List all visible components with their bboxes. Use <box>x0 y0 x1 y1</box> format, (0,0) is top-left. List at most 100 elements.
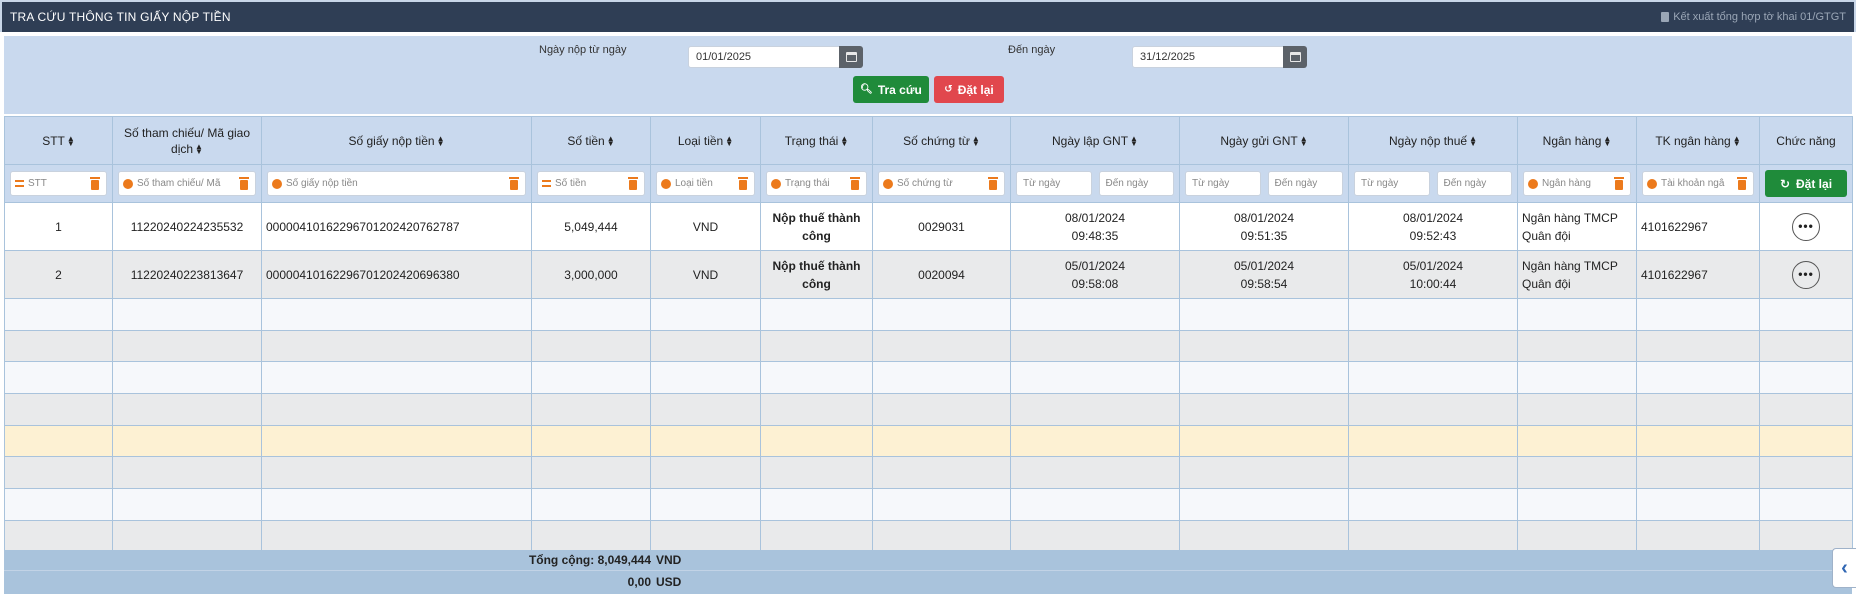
total-label: Tổng cộng: <box>528 553 595 567</box>
col-header-amount[interactable]: Số tiền ▲ ▼ <box>531 116 651 165</box>
cell-bank: Ngân hàng TMCP Quân đội <box>1517 250 1637 299</box>
cell-ref: 11220240224235532 <box>112 202 262 251</box>
cell-paid: 05/01/2024 10:00:44 <box>1348 250 1518 299</box>
empty-row <box>4 393 1853 426</box>
col-header-bank[interactable]: Ngân hàng ▲ ▼ <box>1517 116 1637 165</box>
total-usd-row: 0,00 USD <box>4 572 1852 593</box>
filter-status[interactable]: Trạng thái <box>766 171 867 196</box>
from-date-input[interactable]: 01/01/2025 <box>688 46 863 68</box>
to-date-input[interactable]: 31/12/2025 <box>1132 46 1307 68</box>
col-header-sent[interactable]: Ngày gửi GNT ▲ ▼ <box>1179 116 1349 165</box>
col-header-stt[interactable]: STT ▲ ▼ <box>4 116 113 165</box>
refresh-icon: ↻ <box>1779 176 1791 191</box>
total-usd-currency: USD <box>656 575 682 589</box>
empty-row <box>4 456 1853 490</box>
to-date-calendar-button[interactable] <box>1283 46 1307 68</box>
search-icon: 🔍︎ <box>860 84 873 95</box>
sort-icon: ▲ ▼ <box>840 134 849 149</box>
sort-icon: ▲ ▼ <box>195 142 203 157</box>
cell-status: Nộp thuế thành công <box>760 250 873 299</box>
col-header-ref[interactable]: Số tham chiếu/ Mã giao dịch ▲ ▼ <box>112 116 262 165</box>
side-panel-toggle[interactable]: ‹ <box>1832 548 1856 588</box>
col-header-status[interactable]: Trạng thái ▲ ▼ <box>760 116 873 165</box>
total-vnd-currency: VND <box>656 553 682 567</box>
contains-icon <box>661 178 671 189</box>
chevron-left-icon: ‹ <box>1841 556 1848 579</box>
cell-stt: 1 <box>4 202 113 251</box>
table-header-row: STT ▲ ▼ Số tham chiếu/ Mã giao dịch ▲ ▼ Số g… <box>4 116 1853 165</box>
contains-icon <box>771 178 781 189</box>
filter-paid-from[interactable]: Từ ngày <box>1354 171 1430 196</box>
to-date-value: 31/12/2025 <box>1140 51 1196 63</box>
cell-status: Nộp thuế thành công <box>760 202 873 251</box>
equals-icon <box>15 180 24 187</box>
more-actions-button[interactable]: ••• <box>1792 260 1820 289</box>
cell-paid: 08/01/2024 09:52:43 <box>1348 202 1518 251</box>
empty-row <box>4 361 1853 395</box>
filter-amount[interactable]: Số tiền <box>537 171 645 196</box>
empty-row <box>4 329 1853 363</box>
filter-sent-from[interactable]: Từ ngày <box>1185 171 1261 196</box>
filter-ref[interactable]: Số tham chiếu/ Mã <box>118 171 256 196</box>
contains-icon <box>1647 178 1657 189</box>
cell-sent: 05/01/2024 09:58:54 <box>1179 250 1349 299</box>
sort-icon: ▲ ▼ <box>1299 134 1308 149</box>
cell-account: 4101622967 <box>1636 250 1760 299</box>
export-summary-link[interactable]: Kết xuất tổng hợp tờ khai 01/GTGT <box>1661 11 1846 23</box>
trash-icon <box>509 176 521 191</box>
more-actions-button[interactable]: ••• <box>1792 212 1820 241</box>
calendar-icon <box>1289 52 1301 62</box>
cell-bank: Ngân hàng TMCP Quân đội <box>1517 202 1637 251</box>
reset-column-filters-button[interactable]: ↻ Đặt lại <box>1765 170 1847 197</box>
calendar-icon <box>845 52 857 62</box>
document-icon <box>1661 12 1670 22</box>
col-header-paid[interactable]: Ngày nộp thuế ▲ ▼ <box>1348 116 1518 165</box>
empty-rows <box>4 298 1853 553</box>
trash-icon <box>1737 176 1749 191</box>
export-summary-label: Kết xuất tổng hợp tờ khai 01/GTGT <box>1673 11 1846 23</box>
reset-filter-button[interactable]: ↺ Đặt lại <box>934 76 1004 103</box>
col-header-voucher[interactable]: Số chứng từ ▲ ▼ <box>872 116 1011 165</box>
filter-created-to[interactable]: Đến ngày <box>1098 171 1174 196</box>
col-header-paper[interactable]: Số giấy nộp tiền ▲ ▼ <box>261 116 532 165</box>
col-header-account[interactable]: TK ngân hàng ▲ ▼ <box>1636 116 1760 165</box>
filter-stt[interactable]: STT <box>10 171 107 196</box>
filter-voucher[interactable]: Số chứng từ <box>878 171 1005 196</box>
col-header-currency[interactable]: Loại tiền ▲ ▼ <box>650 116 761 165</box>
filter-currency[interactable]: Loại tiền <box>656 171 755 196</box>
trash-icon <box>90 176 102 191</box>
col-header-actions: Chức năng <box>1759 116 1853 165</box>
cell-amount: 5,049,444 <box>531 202 651 251</box>
trash-icon <box>988 176 1000 191</box>
filter-paper[interactable]: Số giấy nộp tiền <box>267 171 526 196</box>
sort-icon: ▲ ▼ <box>1603 134 1612 149</box>
reset-filter-label: Đặt lại <box>957 82 994 97</box>
page-title: TRA CỨU THÔNG TIN GIẤY NỘP TIỀN <box>10 10 231 24</box>
col-header-created[interactable]: Ngày lập GNT ▲ ▼ <box>1010 116 1180 165</box>
cell-created: 08/01/2024 09:48:35 <box>1010 202 1180 251</box>
filter-created-from[interactable]: Từ ngày <box>1016 171 1092 196</box>
filter-account[interactable]: Tài khoản ngâ <box>1642 171 1754 196</box>
cell-currency: VND <box>650 250 761 299</box>
from-date-calendar-button[interactable] <box>839 46 863 68</box>
total-vnd-row: Tổng cộng: 8,049,444 VND <box>4 550 1852 571</box>
filter-paid-to[interactable]: Đến ngày <box>1436 171 1512 196</box>
cell-actions: ••• <box>1759 250 1853 299</box>
filter-sent-to[interactable]: Đến ngày <box>1267 171 1343 196</box>
cell-voucher: 0020094 <box>872 250 1011 299</box>
undo-icon: ↺ <box>944 84 953 95</box>
search-button-label: Tra cứu <box>877 82 922 97</box>
table-row[interactable]: 2 11220240223813647 00000410162296701202… <box>4 250 1853 299</box>
sort-icon: ▲ ▼ <box>606 134 615 149</box>
filter-bank[interactable]: Ngân hàng <box>1523 171 1631 196</box>
sort-icon: ▲ ▼ <box>436 134 445 149</box>
cell-account: 4101622967 <box>1636 202 1760 251</box>
to-date-label: Đến ngày <box>1008 44 1056 56</box>
table-row[interactable]: 1 11220240224235532 00000410162296701202… <box>4 202 1853 251</box>
empty-row <box>4 298 1853 331</box>
cell-ref: 11220240223813647 <box>112 250 262 299</box>
cell-paper: 00000410162296701202420762787 <box>261 202 532 251</box>
empty-row <box>4 488 1853 521</box>
search-button[interactable]: 🔍︎ Tra cứu <box>853 76 929 103</box>
cell-stt: 2 <box>4 250 113 299</box>
